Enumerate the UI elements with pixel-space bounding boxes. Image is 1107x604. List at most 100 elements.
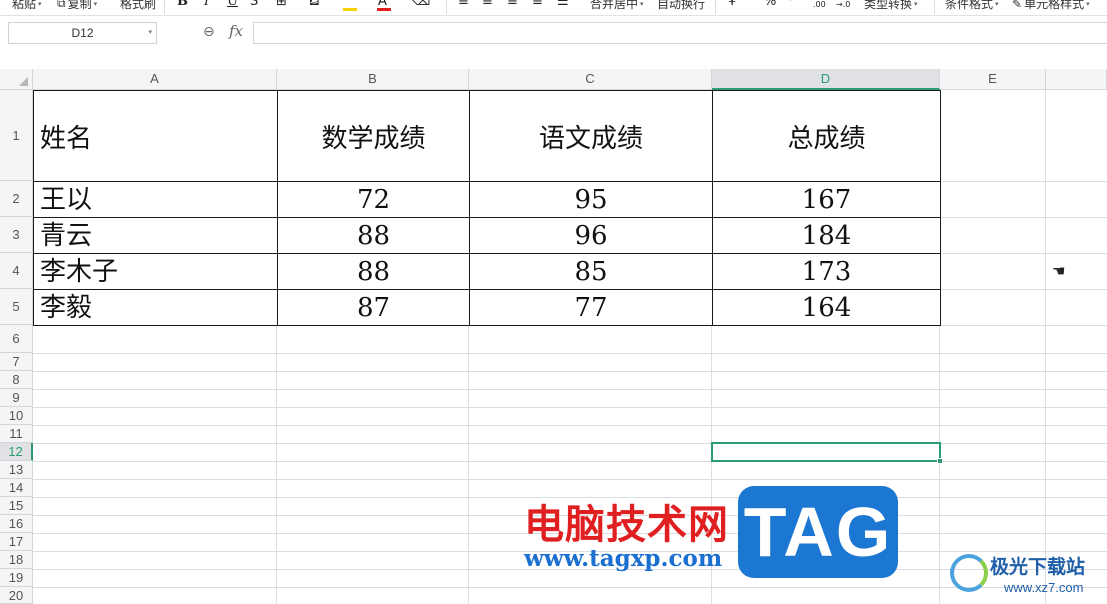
cell-name[interactable]: 青云 (33, 217, 278, 254)
fill-color-swatch[interactable] (343, 8, 357, 11)
format-painter-button[interactable]: 格式刷 (120, 0, 156, 12)
row-header-15[interactable]: 15 (0, 497, 33, 515)
cell-total[interactable]: 173 (712, 253, 941, 290)
bold-button[interactable]: B (177, 0, 188, 9)
row-header-2[interactable]: 2 (0, 181, 33, 217)
select-all-corner[interactable] (0, 69, 33, 90)
row-header-5[interactable]: 5 (0, 289, 33, 325)
justify-icon[interactable]: ≡ (532, 0, 543, 9)
toolbar-divider (715, 0, 716, 14)
row-header-8[interactable]: 8 (0, 371, 33, 389)
align-center-icon[interactable]: ≡ (482, 0, 493, 9)
cell-name[interactable]: 李毅 (33, 289, 278, 326)
row-header-13[interactable]: 13 (0, 461, 33, 479)
row-header-6[interactable]: 6 (0, 325, 33, 353)
header-cell-total[interactable]: 总成绩 (712, 90, 941, 182)
border-icon[interactable]: ⊞ (276, 0, 287, 9)
cell-math[interactable]: 72 (277, 181, 470, 218)
cell-chinese[interactable]: 77 (469, 289, 713, 326)
table-row: 李木子 88 85 173 (33, 253, 941, 290)
cell-total[interactable]: 184 (712, 217, 941, 254)
align-left-icon[interactable]: ≡ (458, 0, 469, 9)
cell-math[interactable]: 88 (277, 217, 470, 254)
underline-button[interactable]: U (227, 0, 238, 9)
row-header-7[interactable]: 7 (0, 353, 33, 371)
row-header-9[interactable]: 9 (0, 389, 33, 407)
row-header-10[interactable]: 10 (0, 407, 33, 425)
copy-label: 复制 (67, 0, 92, 11)
decrease-decimal-button[interactable]: →.0 (836, 0, 850, 9)
cell-chinese[interactable]: 96 (469, 217, 713, 254)
paste-button[interactable]: 粘贴 ▾ (12, 0, 42, 12)
column-header-c[interactable]: C (469, 69, 712, 90)
column-header-d[interactable]: D (712, 69, 940, 90)
chevron-down-icon: ▾ (93, 0, 98, 8)
header-cell-chinese[interactable]: 语文成绩 (469, 90, 713, 182)
column-header-a[interactable]: A (33, 69, 277, 90)
table-row: 王以 72 95 167 (33, 181, 941, 218)
distribute-icon[interactable]: ☰ (557, 0, 569, 9)
cell-total[interactable]: 167 (712, 181, 941, 218)
chevron-down-icon[interactable]: ▾ (148, 23, 152, 43)
header-cell-math[interactable]: 数学成绩 (277, 90, 470, 182)
row-header-17[interactable]: 17 (0, 533, 33, 551)
name-box[interactable]: D12 ▾ (8, 22, 157, 44)
format-painter-label: 格式刷 (120, 0, 157, 11)
fx-icon[interactable]: fx (229, 22, 243, 40)
row-header-4[interactable]: 4 (0, 253, 33, 289)
strikethrough-icon[interactable]: S (250, 0, 258, 9)
cell-name[interactable]: 王以 (33, 181, 278, 218)
cell-chinese[interactable]: 85 (469, 253, 713, 290)
eraser-icon[interactable]: ⌫ (412, 0, 430, 9)
column-header-e[interactable]: E (940, 69, 1046, 90)
wrap-text-label: 自动换行 (657, 0, 706, 11)
row-header-1[interactable]: 1 (0, 90, 33, 181)
cell-style-button[interactable]: ✎ 单元格样式 ▾ (1012, 0, 1090, 12)
column-header-b[interactable]: B (277, 69, 469, 90)
brush-icon: ✎ (1012, 0, 1023, 11)
increase-decimal-button[interactable]: .00 (813, 0, 826, 9)
active-cell-selection[interactable] (711, 442, 943, 464)
row-header-12[interactable]: 12 (0, 443, 33, 461)
row-header-16[interactable]: 16 (0, 515, 33, 533)
gridline (33, 407, 1107, 408)
cell-math[interactable]: 87 (277, 289, 470, 326)
table-header-row: 姓名 数学成绩 语文成绩 总成绩 (33, 90, 941, 182)
row-header-18[interactable]: 18 (0, 551, 33, 569)
cell-style-label: 单元格样式 (1024, 0, 1085, 11)
hand-cursor-icon: ☚ (1052, 263, 1066, 280)
header-cell-name[interactable]: 姓名 (33, 90, 278, 182)
fill-bucket-icon[interactable]: ⛾ (309, 0, 320, 11)
row-header-3[interactable]: 3 (0, 217, 33, 253)
align-right-icon[interactable]: ≡ (507, 0, 518, 9)
conditional-format-button[interactable]: 条件格式 ▾ (945, 0, 999, 12)
table-row: 李毅 87 77 164 (33, 289, 941, 326)
row-header-11[interactable]: 11 (0, 425, 33, 443)
copy-button[interactable]: ⧉ 复制 ▾ (57, 0, 97, 12)
toolbar-divider (164, 0, 165, 14)
paste-label: 粘贴 (12, 0, 37, 11)
zoom-magnifier-icon[interactable]: ⊖ (203, 23, 215, 40)
merge-center-button[interactable]: 合并居中 ▾ (590, 0, 644, 12)
column-header-f[interactable] (1046, 69, 1107, 90)
row-header-14[interactable]: 14 (0, 479, 33, 497)
ribbon-toolbar: 粘贴 ▾ ⧉ 复制 ▾ 格式刷 B I U S ⊞ ⛾ A ⌫ ≡ ≡ ≡ ≡ ☰ 合… (0, 0, 1107, 16)
thousands-icon[interactable]: ⁺ (787, 0, 794, 9)
fill-handle[interactable] (937, 458, 943, 464)
formula-input[interactable] (253, 22, 1107, 44)
type-convert-button[interactable]: 类型转换 ▾ (864, 0, 918, 12)
cell-name[interactable]: 李木子 (33, 253, 278, 290)
cell-chinese[interactable]: 95 (469, 181, 713, 218)
currency-icon[interactable]: ¥ (728, 0, 736, 9)
gridline (33, 461, 1107, 462)
toolbar-divider (446, 0, 447, 14)
chevron-down-icon: ▾ (995, 0, 999, 8)
row-header-19[interactable]: 19 (0, 569, 33, 587)
font-color-swatch[interactable] (377, 8, 391, 11)
row-header-20[interactable]: 20 (0, 587, 33, 604)
italic-button[interactable]: I (204, 0, 209, 9)
percent-button[interactable]: % (764, 0, 776, 9)
wrap-text-button[interactable]: 自动换行 (657, 0, 705, 12)
cell-total[interactable]: 164 (712, 289, 941, 326)
cell-math[interactable]: 88 (277, 253, 470, 290)
